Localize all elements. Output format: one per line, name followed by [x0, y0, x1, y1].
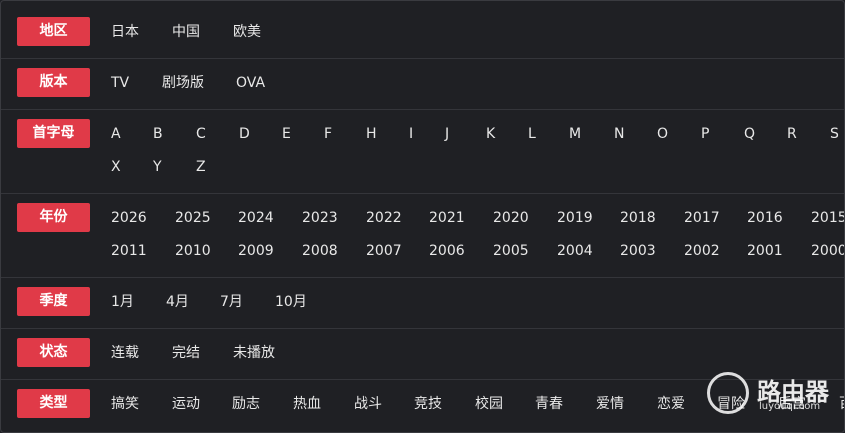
genre-option[interactable]: 战斗 — [354, 395, 382, 413]
season-option-jan[interactable]: 1月 — [111, 293, 134, 311]
year-option[interactable]: 2006 — [429, 242, 465, 260]
initial-option[interactable]: Y — [153, 158, 162, 176]
router-logo-icon — [707, 372, 749, 414]
initial-option[interactable]: S — [830, 125, 839, 143]
year-option[interactable]: 2020 — [493, 209, 529, 227]
year-option[interactable]: 2009 — [238, 242, 274, 260]
year-option[interactable]: 2008 — [302, 242, 338, 260]
initial-option[interactable]: I — [409, 125, 413, 143]
genre-label: 类型 — [17, 389, 90, 418]
year-option[interactable]: 2011 — [111, 242, 147, 260]
version-option-ova[interactable]: OVA — [236, 74, 265, 92]
genre-option[interactable]: 励志 — [232, 395, 260, 413]
region-option-china[interactable]: 中国 — [172, 23, 200, 41]
year-option[interactable]: 2000以 — [811, 242, 844, 260]
year-option[interactable]: 2010 — [175, 242, 211, 260]
year-option[interactable]: 2025 — [175, 209, 211, 227]
genre-option[interactable]: 竞技 — [414, 395, 442, 413]
initial-option[interactable]: L — [528, 125, 536, 143]
genre-option[interactable]: 运动 — [172, 395, 200, 413]
genre-option[interactable]: 校园 — [475, 395, 503, 413]
initial-option[interactable]: Q — [744, 125, 755, 143]
version-option-movie[interactable]: 剧场版 — [162, 74, 204, 92]
divider — [1, 193, 844, 194]
divider — [1, 328, 844, 329]
genre-option[interactable]: 搞笑 — [111, 395, 139, 413]
season-option-oct[interactable]: 10月 — [275, 293, 307, 311]
divider — [1, 109, 844, 110]
initial-option[interactable]: D — [239, 125, 250, 143]
status-label: 状态 — [17, 338, 90, 367]
initial-option[interactable]: Z — [196, 158, 206, 176]
year-option[interactable]: 2026 — [111, 209, 147, 227]
genre-option[interactable]: 恋爱 — [657, 395, 685, 413]
year-option[interactable]: 2003 — [620, 242, 656, 260]
watermark: 路由器 luyouqi.com — [701, 366, 844, 432]
filter-panel: 地区 日本 中国 欧美 版本 TV 剧场版 OVA 首字母 A B C D E F H I J K… — [0, 0, 845, 433]
divider — [1, 277, 844, 278]
genre-option[interactable]: 热血 — [293, 395, 321, 413]
initial-option[interactable]: P — [701, 125, 709, 143]
initial-option[interactable]: C — [196, 125, 206, 143]
initial-option[interactable]: O — [657, 125, 668, 143]
genre-option[interactable]: 爱情 — [596, 395, 624, 413]
status-option-unaired[interactable]: 未播放 — [233, 344, 275, 362]
region-option-japan[interactable]: 日本 — [111, 23, 139, 41]
initial-option[interactable]: F — [324, 125, 332, 143]
initial-option[interactable]: J — [445, 125, 449, 143]
year-option[interactable]: 2018 — [620, 209, 656, 227]
year-option[interactable]: 2004 — [557, 242, 593, 260]
initial-option[interactable]: B — [153, 125, 163, 143]
year-option[interactable]: 2024 — [238, 209, 274, 227]
region-option-west[interactable]: 欧美 — [233, 23, 261, 41]
year-option[interactable]: 2001 — [747, 242, 783, 260]
initial-option[interactable]: N — [614, 125, 624, 143]
year-label: 年份 — [17, 203, 90, 232]
region-label: 地区 — [17, 17, 90, 46]
initial-option[interactable]: H — [366, 125, 377, 143]
divider — [1, 58, 844, 59]
year-option[interactable]: 2022 — [366, 209, 402, 227]
status-option-ongoing[interactable]: 连载 — [111, 344, 139, 362]
status-option-finished[interactable]: 完结 — [172, 344, 200, 362]
initial-option[interactable]: E — [282, 125, 291, 143]
year-option[interactable]: 2016 — [747, 209, 783, 227]
initial-option[interactable]: M — [569, 125, 581, 143]
genre-option[interactable]: 青春 — [535, 395, 563, 413]
watermark-url: luyouqi.com — [759, 401, 821, 412]
initial-option[interactable]: A — [111, 125, 121, 143]
year-option[interactable]: 2002 — [684, 242, 720, 260]
year-option[interactable]: 2023 — [302, 209, 338, 227]
version-option-tv[interactable]: TV — [111, 74, 129, 92]
initial-option[interactable]: X — [111, 158, 121, 176]
year-option[interactable]: 2015 — [811, 209, 844, 227]
year-option[interactable]: 2019 — [557, 209, 593, 227]
year-option[interactable]: 2005 — [493, 242, 529, 260]
year-option[interactable]: 2021 — [429, 209, 465, 227]
season-label: 季度 — [17, 287, 90, 316]
initial-option[interactable]: K — [486, 125, 495, 143]
version-label: 版本 — [17, 68, 90, 97]
season-option-apr[interactable]: 4月 — [166, 293, 189, 311]
season-option-jul[interactable]: 7月 — [220, 293, 243, 311]
year-option[interactable]: 2007 — [366, 242, 402, 260]
initial-option[interactable]: R — [787, 125, 797, 143]
initial-label: 首字母 — [17, 119, 90, 148]
year-option[interactable]: 2017 — [684, 209, 720, 227]
